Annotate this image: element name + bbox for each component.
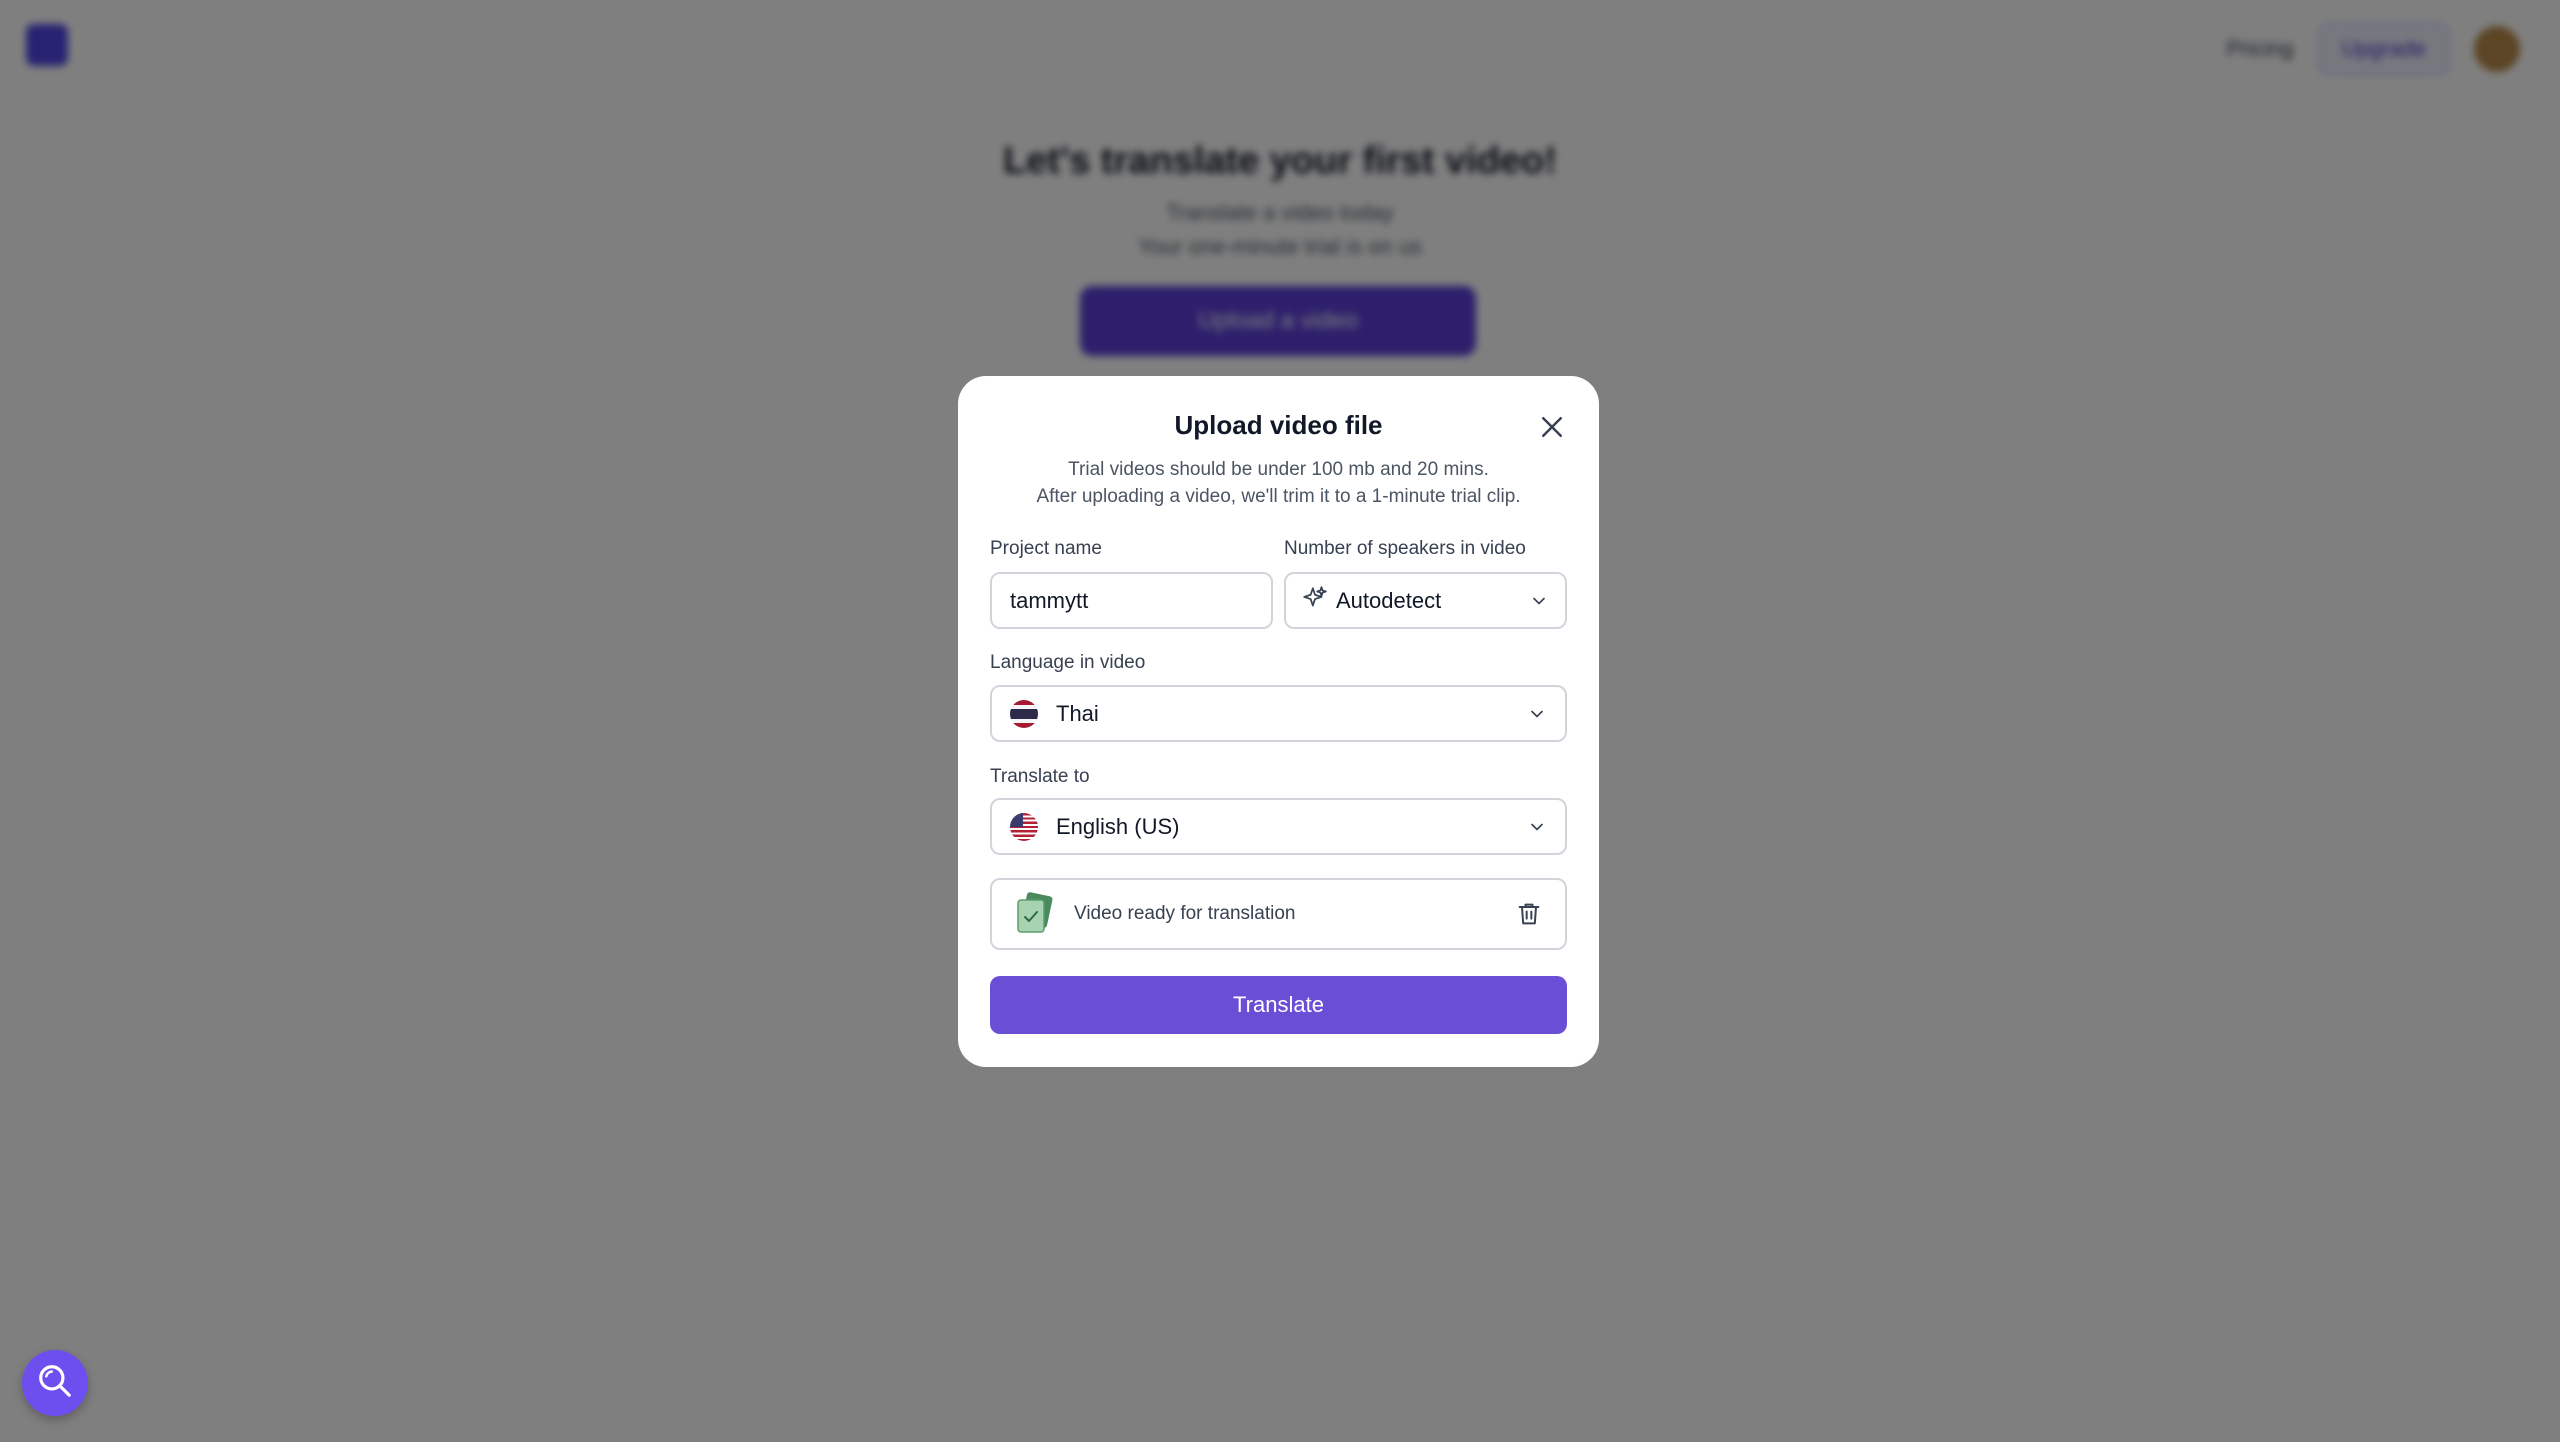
chevron-down-icon bbox=[1533, 597, 1545, 605]
chevron-down-icon bbox=[1531, 710, 1543, 718]
speakers-select[interactable]: Autodetect bbox=[1284, 572, 1567, 629]
language-select[interactable]: Thai bbox=[990, 685, 1567, 742]
trash-icon[interactable] bbox=[1515, 900, 1543, 928]
video-status-card: Video ready for translation bbox=[990, 878, 1567, 950]
language-value: Thai bbox=[1056, 700, 1099, 726]
translate-button[interactable]: Translate bbox=[990, 976, 1567, 1034]
modal-title: Upload video file bbox=[1174, 410, 1383, 440]
search-icon bbox=[36, 1362, 74, 1405]
upload-video-modal: Upload video file Trial videos should be… bbox=[958, 376, 1599, 1067]
translate-to-value: English (US) bbox=[1056, 813, 1180, 839]
translate-to-label: Translate to bbox=[990, 766, 1090, 787]
modal-subtitle-line2: After uploading a video, we'll trim it t… bbox=[1036, 486, 1521, 507]
speakers-value: Autodetect bbox=[1336, 587, 1442, 613]
video-check-icon bbox=[1012, 892, 1056, 936]
us-flag-icon bbox=[1010, 812, 1038, 841]
project-name-field bbox=[990, 572, 1273, 629]
help-search-button[interactable] bbox=[22, 1350, 88, 1416]
close-icon[interactable] bbox=[1537, 412, 1567, 442]
sparkle-icon bbox=[1302, 585, 1328, 617]
speakers-label: Number of speakers in video bbox=[1284, 538, 1526, 559]
video-status-text: Video ready for translation bbox=[1074, 903, 1296, 924]
modal-subtitle: Trial videos should be under 100 mb and … bbox=[978, 456, 1579, 510]
thailand-flag-icon bbox=[1010, 699, 1038, 728]
project-name-input[interactable] bbox=[992, 587, 1271, 614]
chevron-down-icon bbox=[1531, 823, 1543, 831]
language-label: Language in video bbox=[990, 652, 1146, 673]
project-name-label: Project name bbox=[990, 538, 1102, 559]
modal-subtitle-line1: Trial videos should be under 100 mb and … bbox=[1068, 459, 1489, 480]
translate-to-select[interactable]: English (US) bbox=[990, 798, 1567, 855]
